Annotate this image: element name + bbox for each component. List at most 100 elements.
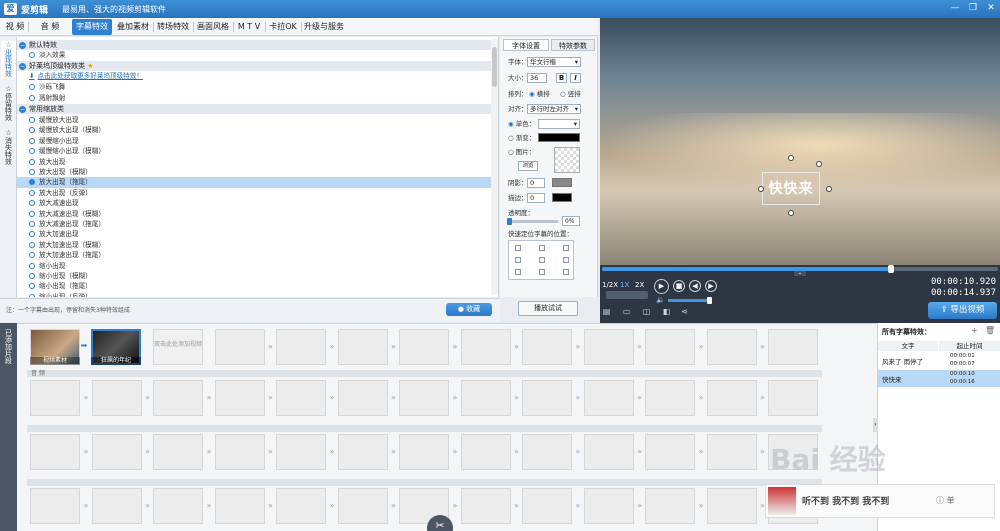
play-button[interactable]: ▶ — [654, 279, 669, 294]
position-cell[interactable] — [563, 245, 569, 251]
timeline-slot[interactable] — [337, 488, 388, 524]
timeline-slot[interactable] — [706, 329, 757, 365]
effect-item[interactable]: 缓慢缩小出现 — [17, 136, 495, 146]
timeline-slot[interactable] — [460, 434, 511, 470]
effect-item[interactable]: 缓慢放大出现 — [17, 115, 495, 125]
opacity-slider-knob[interactable] — [507, 218, 512, 225]
menu-subtitle-effects[interactable]: 字幕特效 — [72, 19, 112, 35]
timeline-slot[interactable] — [276, 380, 326, 416]
collect-button[interactable]: ● 收藏 — [446, 303, 492, 316]
speed-slider[interactable] — [606, 291, 648, 299]
timeline-slot[interactable] — [399, 380, 449, 416]
tab-appear-effects[interactable]: ☆ 出现特效 — [1, 41, 16, 79]
effect-item[interactable]: 缩小出现（模糊） — [17, 271, 495, 281]
scrollbar-thumb[interactable] — [492, 47, 497, 87]
effect-item[interactable]: 放大减速出现（拖尾） — [17, 219, 495, 229]
timeline-slot[interactable] — [214, 434, 265, 470]
effect-item[interactable]: 放大加速出现 — [17, 229, 495, 239]
opacity-input[interactable]: 0% — [562, 216, 580, 226]
rotate-handle[interactable] — [788, 155, 794, 161]
opacity-slider[interactable] — [507, 218, 558, 225]
size-input[interactable]: 36 — [527, 73, 547, 83]
timeline-slot[interactable] — [768, 380, 818, 416]
timeline-slot[interactable] — [522, 329, 572, 365]
timeline-slot[interactable] — [768, 329, 818, 365]
timeline-slot[interactable] — [583, 488, 634, 524]
timeline-slot[interactable] — [522, 488, 572, 524]
effect-item[interactable]: 缩小出现 — [17, 261, 495, 271]
timeline-slot[interactable] — [153, 488, 203, 524]
gradient-picker[interactable] — [538, 133, 580, 142]
group-header-default[interactable]: − 默认特效 — [17, 40, 495, 50]
preview-effect-button[interactable]: 播放试试 — [518, 301, 578, 316]
speed-double[interactable]: 2X — [635, 280, 644, 290]
timeline-slot[interactable] — [583, 380, 634, 416]
added-clips-tab[interactable]: 已添加片段 — [0, 323, 17, 531]
timeline-slot[interactable] — [276, 488, 326, 524]
add-icon[interactable]: + — [971, 326, 978, 335]
timeline-slot[interactable] — [214, 380, 265, 416]
position-cell[interactable] — [539, 245, 545, 251]
position-cell[interactable] — [563, 269, 569, 275]
snapshot-icon[interactable]: ◧ — [662, 307, 671, 316]
effect-list-scrollbar[interactable] — [491, 39, 498, 295]
bold-button[interactable]: B — [556, 73, 567, 83]
image-radio[interactable]: ○ 图片： — [508, 147, 535, 157]
timeline-slot[interactable] — [337, 434, 388, 470]
effect-item[interactable]: 放大出现（模糊） — [17, 167, 495, 177]
timeline-slot[interactable] — [153, 380, 203, 416]
caption-text-box[interactable]: 快快来 — [762, 172, 820, 205]
progress-knob[interactable] — [888, 265, 895, 273]
timeline-slot[interactable] — [706, 434, 757, 470]
speed-half[interactable]: 1/2X — [602, 280, 618, 290]
effect-item[interactable]: 淡入效果 — [17, 50, 495, 60]
menu-upgrade[interactable]: 升级与服务 — [302, 19, 346, 35]
effect-item[interactable]: 放大加速出现（拖尾） — [17, 250, 495, 260]
export-video-button[interactable]: ⇪ 导出视频 — [928, 302, 997, 319]
close-button[interactable]: ✕ — [984, 2, 998, 15]
effect-item[interactable]: 放大加速出现（模糊） — [17, 240, 495, 250]
font-select[interactable]: 华文行楷 ▾ — [527, 57, 581, 67]
timeline-slot[interactable] — [460, 488, 511, 524]
resize-handle-bottom[interactable] — [788, 210, 794, 216]
timeline-slot[interactable] — [583, 434, 634, 470]
timeline-slot[interactable] — [214, 329, 265, 365]
timeline-slot[interactable] — [706, 380, 757, 416]
resize-handle-right[interactable] — [826, 186, 832, 192]
position-cell[interactable] — [515, 257, 521, 263]
position-cell[interactable] — [515, 245, 521, 251]
menu-video[interactable]: 视 频 — [4, 19, 26, 35]
maximize-button[interactable]: ❐ — [966, 2, 980, 15]
position-cell[interactable] — [539, 257, 545, 263]
scissors-icon[interactable]: ✂ — [427, 515, 453, 531]
add-video-slot[interactable]: 双击此处添加视频 — [153, 329, 203, 365]
next-frame-button[interactable]: ▶ — [705, 280, 717, 292]
timeline-slot[interactable] — [337, 380, 388, 416]
effect-item[interactable]: 放大出现（拖尾） — [17, 177, 495, 188]
timeline-slot[interactable] — [645, 380, 695, 416]
timeline-slot[interactable] — [399, 434, 449, 470]
timeline-slot[interactable] — [91, 488, 142, 524]
share-icon[interactable]: ⋖ — [680, 307, 689, 316]
menu-transitions[interactable]: 转场特效 — [154, 19, 192, 35]
timeline-slot[interactable] — [30, 434, 80, 470]
timeline-slot[interactable] — [337, 329, 388, 365]
stroke-color-picker[interactable] — [552, 193, 572, 202]
group-header-zoom[interactable]: − 常用缩放类 — [17, 104, 495, 114]
effect-item[interactable]: 放大减速出现 — [17, 198, 495, 208]
volume-icon[interactable]: 🔉 — [656, 295, 665, 305]
effect-item[interactable]: 缩小出现（拖尾） — [17, 281, 495, 291]
solid-color-picker[interactable]: ▾ — [538, 119, 580, 129]
stop-button[interactable]: ■ — [673, 280, 685, 292]
shadow-color-picker[interactable] — [552, 178, 572, 187]
timeline-slot[interactable] — [399, 329, 449, 365]
italic-button[interactable]: I — [570, 73, 581, 83]
arrange-horizontal-radio[interactable]: ◉ 横排 — [529, 89, 550, 99]
timeline-slot[interactable] — [91, 380, 142, 416]
timeline-slot[interactable] — [522, 434, 572, 470]
timeline-slot[interactable] — [276, 329, 326, 365]
speed-normal[interactable]: 1X — [620, 280, 629, 290]
effect-item[interactable]: 缩小出现（反弹） — [17, 292, 495, 297]
tab-stay-effects[interactable]: ☆ 停留特效 — [1, 85, 16, 123]
gradient-radio[interactable]: ○ 渐变： — [508, 133, 535, 143]
